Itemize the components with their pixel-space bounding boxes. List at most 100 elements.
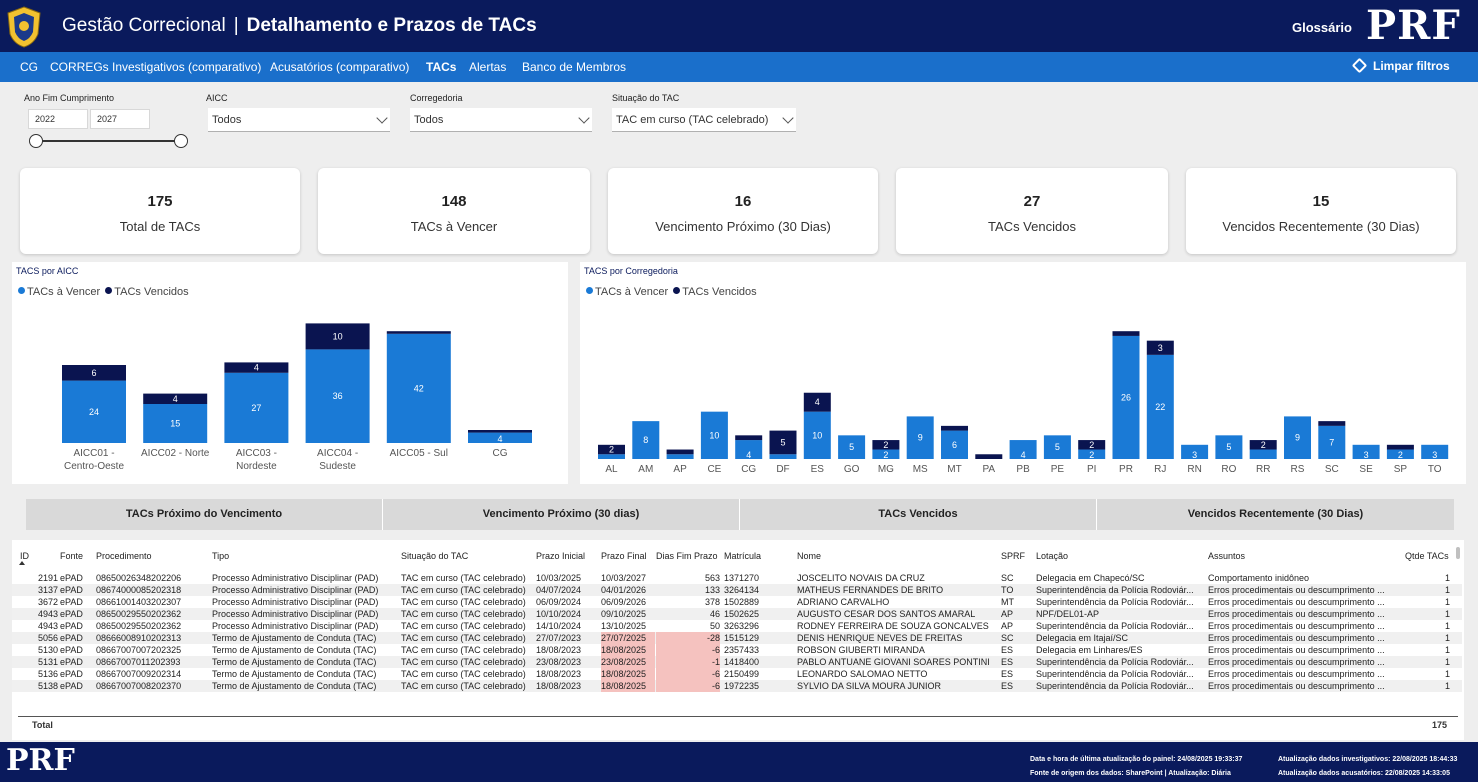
bar-vencidos-21[interactable]: [1318, 421, 1346, 426]
table-cell: Delegacia em Itajaí/SC: [1036, 633, 1129, 643]
table-cell: 08661001403202307: [96, 597, 182, 607]
table-row[interactable]: 5131 ePAD 08667007011202393 Termo de Ajusta…: [12, 656, 1462, 668]
bar-vencidos-15[interactable]: [1112, 331, 1140, 336]
table-cell: 18/08/2025: [601, 680, 655, 692]
eraser-icon: [1351, 57, 1368, 74]
column-header-qtde-tacs[interactable]: Qtde TACs: [1405, 551, 1449, 561]
button-vencimento-proximo-30[interactable]: Vencimento Próximo (30 dias): [383, 499, 740, 530]
table-cell: 08674000085202318: [96, 585, 182, 595]
bar-vencidos-23[interactable]: [1386, 444, 1414, 450]
bar-a-vencer-2[interactable]: [666, 454, 694, 459]
button-tacs-proximo-vencimento[interactable]: TACs Próximo do Vencimento: [26, 499, 383, 530]
table-row[interactable]: 5136 ePAD 08667007009202314 Termo de Ajusta…: [12, 668, 1462, 680]
clear-filters-button[interactable]: Limpar filtros: [1351, 57, 1450, 74]
column-header-assuntos[interactable]: Assuntos: [1208, 551, 1245, 561]
table-cell: 18/08/2025: [601, 644, 655, 656]
table-cell: MT: [1001, 597, 1014, 607]
column-header-lotacao[interactable]: Lotação: [1036, 551, 1068, 561]
table-cell: 08667007008202370: [96, 681, 182, 691]
column-header-nome[interactable]: Nome: [797, 551, 821, 561]
table-cell: 133: [704, 585, 720, 595]
value-label-vencidos-2: 4: [254, 363, 259, 373]
bar-a-vencer-0[interactable]: [598, 454, 625, 459]
value-label-a-vencer-9: 9: [918, 433, 923, 443]
category-label-3: Sudeste: [319, 461, 356, 472]
nav-item-cg[interactable]: CG: [20, 60, 38, 74]
column-header-prazo-inicial[interactable]: Prazo Inicial: [536, 551, 585, 561]
year-slider-start-handle[interactable]: [29, 134, 43, 148]
button-tacs-vencidos[interactable]: TACs Vencidos: [740, 499, 1097, 530]
table-row[interactable]: 5138 ePAD 08667007008202370 Termo de Ajusta…: [12, 680, 1462, 692]
nav-item-alertas[interactable]: Alertas: [469, 60, 506, 74]
table-cell: Termo de Ajustamento de Conduta (TAC): [212, 669, 377, 679]
value-label-a-vencer-4: 42: [414, 383, 424, 393]
chevron-down-icon: [376, 112, 388, 124]
table-row[interactable]: 3137 ePAD 08674000085202318 Processo Admini…: [12, 584, 1462, 596]
corregedoria-filter-label: Corregedoria: [410, 93, 463, 103]
category-label-4: CG: [741, 464, 756, 475]
table-row[interactable]: 5130 ePAD 08667007007202325 Termo de Ajusta…: [12, 644, 1462, 656]
kpi-value: 27: [1023, 193, 1041, 210]
nav-item-banco-membros[interactable]: Banco de Membros: [522, 60, 626, 74]
category-label-19: RR: [1256, 464, 1270, 475]
nav-item-acusatorios[interactable]: Acusatórios (comparativo): [270, 60, 409, 74]
nav-item-tacs[interactable]: TACs: [426, 60, 456, 74]
table-cell: Delegacia em Chapecó/SC: [1036, 573, 1145, 583]
situacao-dropdown[interactable]: TAC em curso (TAC celebrado): [612, 108, 796, 132]
aicc-dropdown[interactable]: Todos: [208, 108, 390, 132]
table-cell: ePAD: [60, 597, 83, 607]
category-label-8: MG: [878, 464, 894, 475]
table-row[interactable]: 4943 ePAD 08650029550202362 Processo Admini…: [12, 608, 1462, 620]
chart-tacs-por-corregedoria: TACS por Corregedoria TACs à Vencer TACs…: [580, 262, 1466, 484]
column-header-id[interactable]: ID: [20, 551, 29, 561]
table-cell: Comportamento inidôneo: [1208, 573, 1310, 583]
bar-a-vencer-5[interactable]: [769, 454, 797, 459]
table-row[interactable]: 3672 ePAD 08661001403202307 Processo Admini…: [12, 596, 1462, 608]
table-row[interactable]: 4943 ePAD 08650029550202362 Processo Admini…: [12, 620, 1462, 632]
category-label-2: AP: [673, 464, 687, 475]
category-label-7: GO: [844, 464, 860, 475]
column-header-sprf[interactable]: SPRF: [1001, 551, 1025, 561]
nav-item-corregs[interactable]: CORREGs: [50, 60, 109, 74]
kpi-label: Vencimento Próximo (30 Dias): [655, 219, 831, 234]
table-cell: 3672: [37, 597, 58, 607]
year-slider-end-handle[interactable]: [174, 134, 188, 148]
table-cell: Superintendência da Polícia Rodoviár...: [1036, 621, 1194, 631]
column-header-dias-fim-prazo[interactable]: Dias Fim Prazo: [656, 551, 718, 561]
button-vencidos-recentemente[interactable]: Vencidos Recentemente (30 Dias): [1097, 499, 1454, 530]
column-header-tipo[interactable]: Tipo: [212, 551, 229, 561]
aicc-bar-chart: 24 6 AICC01 - Centro-Oeste 15 4 AICC02 - Norte…: [62, 323, 532, 472]
table-cell: AUGUSTO CESAR DOS SANTOS AMARAL: [797, 609, 976, 619]
bar-vencidos-2[interactable]: [666, 449, 694, 455]
year-from-input[interactable]: 2022: [28, 109, 88, 129]
bar-vencidos-10[interactable]: [941, 425, 968, 431]
column-header-matricula[interactable]: Matrícula: [724, 551, 761, 561]
year-slider-track[interactable]: [36, 140, 182, 142]
year-to-input[interactable]: 2027: [90, 109, 150, 129]
table-cell: TAC em curso (TAC celebrado): [401, 669, 526, 679]
bar-a-vencer-19[interactable]: [1249, 449, 1277, 459]
value-label-a-vencer-18: 5: [1226, 442, 1231, 452]
bar-vencidos-11[interactable]: [975, 454, 1003, 459]
table-row[interactable]: 2191 ePAD 08650026348202206 Processo Admini…: [12, 572, 1462, 584]
column-header-situacao[interactable]: Situação do TAC: [401, 551, 468, 561]
category-label-22: SE: [1359, 464, 1373, 475]
bar-vencidos-4[interactable]: [386, 331, 451, 334]
column-header-fonte[interactable]: Fonte: [60, 551, 83, 561]
clear-filters-label: Limpar filtros: [1373, 59, 1450, 73]
glossary-link[interactable]: Glossário: [1292, 20, 1352, 35]
table-scrollbar[interactable]: [1456, 547, 1460, 559]
column-header-procedimento[interactable]: Procedimento: [96, 551, 152, 561]
table-cell: Termo de Ajustamento de Conduta (TAC): [212, 633, 377, 643]
footer-update-panel: Data e hora de última atualização do pai…: [1030, 756, 1243, 763]
bar-vencidos-5[interactable]: [468, 430, 532, 433]
bar-vencidos-4[interactable]: [735, 435, 763, 441]
corregedoria-dropdown[interactable]: Todos: [410, 108, 592, 132]
value-label-a-vencer-21: 7: [1329, 437, 1334, 447]
table-row[interactable]: 5056 ePAD 08666008910202313 Termo de Ajusta…: [12, 632, 1462, 644]
value-label-vencidos-19: 2: [1261, 440, 1266, 450]
category-label-14: PI: [1087, 464, 1096, 475]
nav-item-investigativos[interactable]: Investigativos (comparativo): [112, 60, 261, 74]
column-header-prazo-final[interactable]: Prazo Final: [601, 551, 647, 561]
kpi-label: TACs à Vencer: [410, 219, 498, 234]
